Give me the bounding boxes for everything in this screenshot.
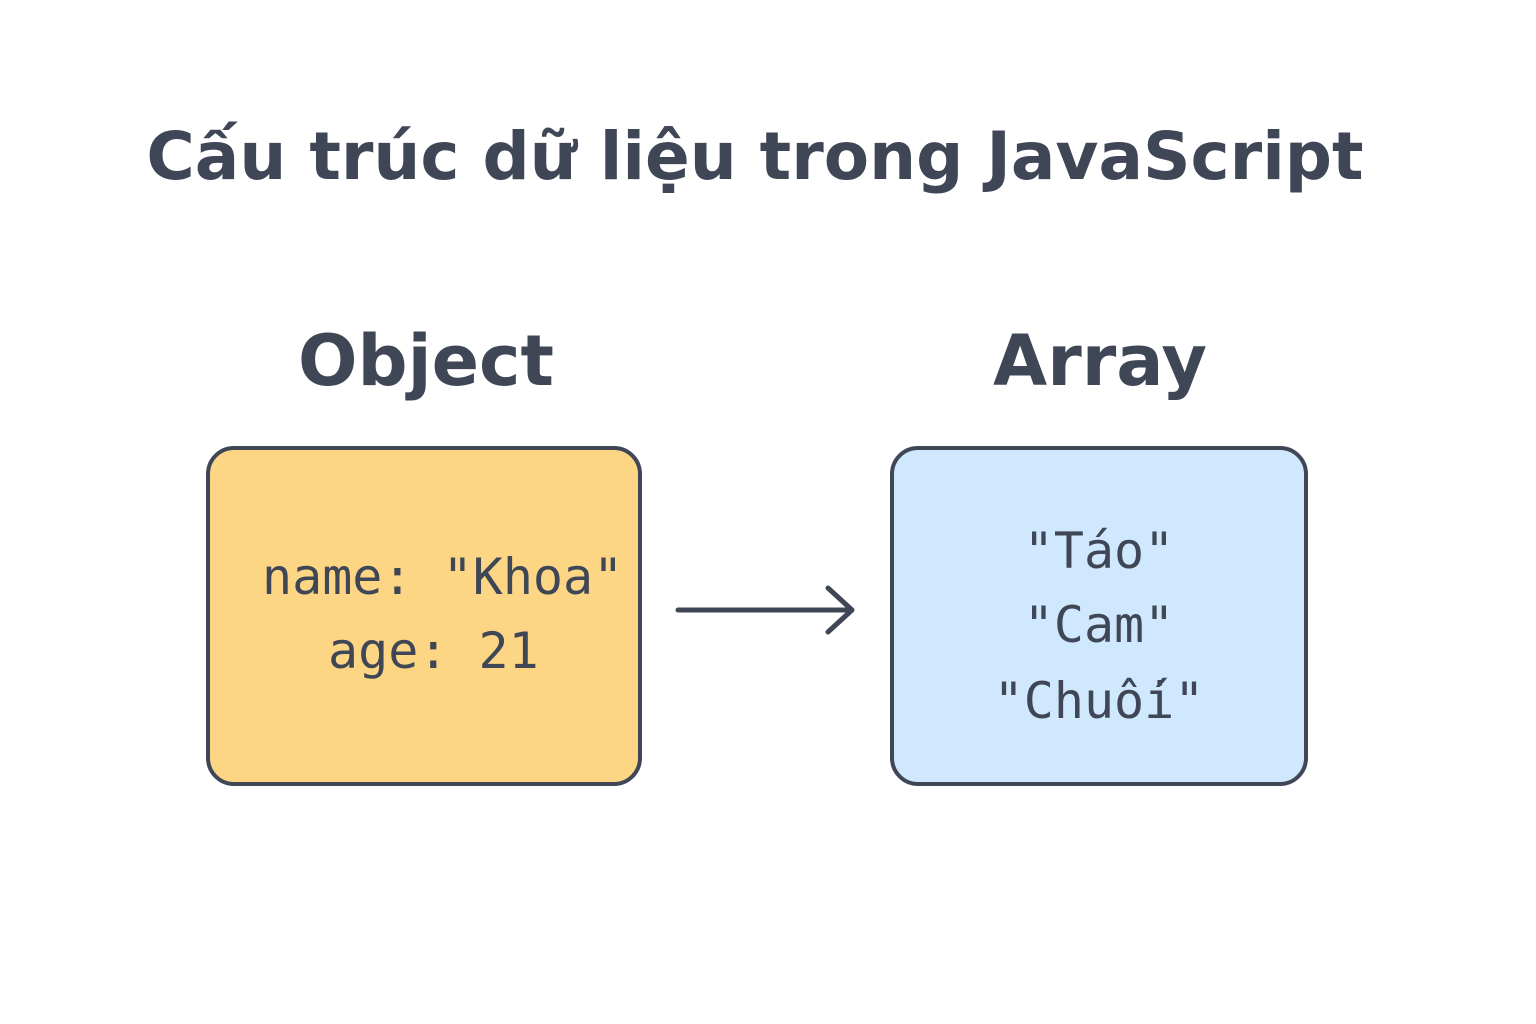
object-line-age: age: 21 (328, 622, 539, 680)
object-value: "Khoa" (442, 548, 624, 606)
object-line-name: name: "Khoa" (262, 548, 623, 606)
object-value: 21 (478, 622, 539, 680)
object-key: age: (328, 622, 449, 680)
array-heading: Array (993, 320, 1207, 402)
object-heading: Object (297, 320, 555, 402)
array-box: "Táo" "Cam" "Chuối" (890, 446, 1308, 786)
diagram-title: Cấu trúc dữ liệu trong JavaScript (146, 118, 1364, 195)
array-item: "Chuối" (993, 672, 1205, 730)
object-box: name: "Khoa" age: 21 (206, 446, 642, 786)
array-item: "Táo" (1023, 522, 1175, 580)
array-item: "Cam" (1023, 596, 1175, 654)
arrow-right-icon (675, 585, 855, 635)
object-key: name: (262, 548, 413, 606)
